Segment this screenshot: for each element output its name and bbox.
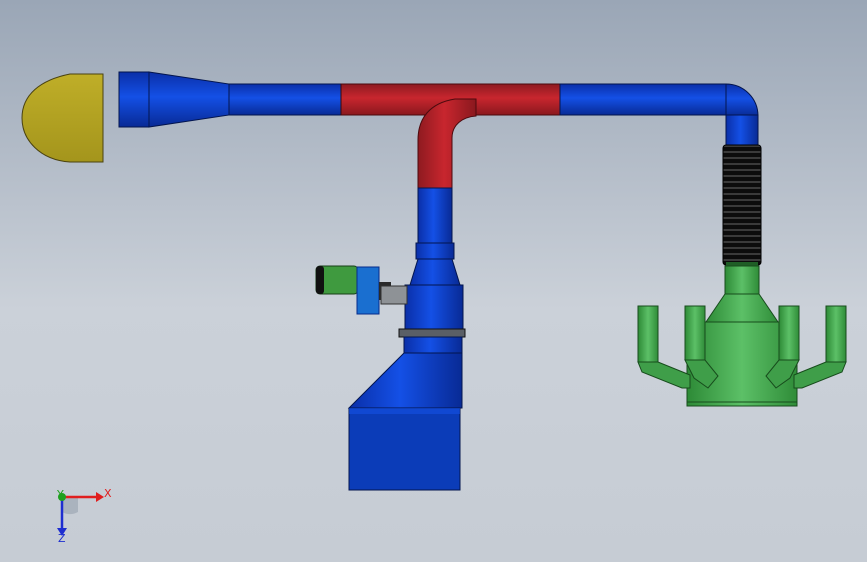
fan-motor <box>315 265 408 315</box>
z-axis-label: Z <box>58 532 66 545</box>
branch-duct <box>409 187 461 286</box>
assembly-drawing: X Y Z <box>21 71 847 545</box>
x-axis-label: X <box>104 487 112 500</box>
suction-hood <box>21 73 104 163</box>
coordinate-triad: X Y Z <box>56 487 112 545</box>
y-axis-label: Y <box>56 488 64 501</box>
cad-viewport[interactable]: X Y Z <box>0 0 867 562</box>
right-elbow <box>725 83 759 146</box>
main-duct <box>228 83 727 116</box>
hood-adapter <box>118 71 230 128</box>
flexible-hose <box>722 144 762 268</box>
multi-port-collector <box>637 265 847 407</box>
fan-housing <box>347 284 466 491</box>
